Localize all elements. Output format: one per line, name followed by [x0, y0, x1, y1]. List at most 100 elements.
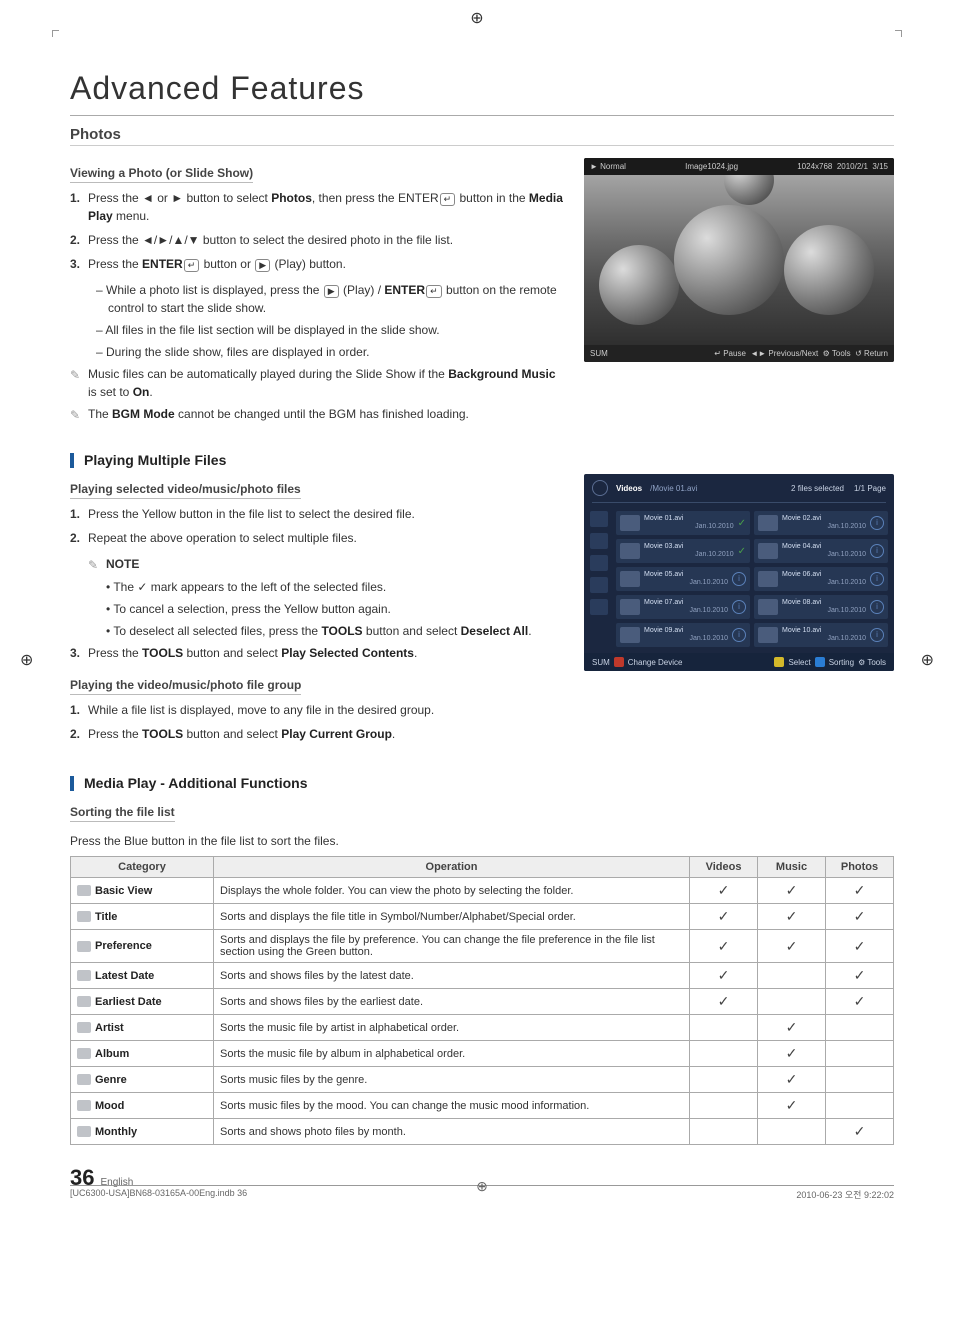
info-icon: i	[870, 516, 884, 530]
table-row: Latest DateSorts and shows files by the …	[71, 963, 894, 989]
step-number: 2.	[70, 231, 88, 249]
empty-cell	[758, 1119, 826, 1145]
check-cell: ✓	[758, 878, 826, 904]
category-icon	[77, 911, 91, 922]
divider	[592, 502, 886, 503]
check-cell: ✓	[690, 904, 758, 930]
info-icon: i	[732, 600, 746, 614]
check-icon: ✓	[738, 518, 746, 529]
note-icon: ✎	[88, 555, 106, 574]
crop-mark-left: ⊕	[20, 650, 33, 670]
note-bullet: The ✓ mark appears to the left of the se…	[88, 578, 564, 596]
return-hint: ↺ Return	[855, 349, 888, 358]
file-thumbnail	[620, 571, 640, 587]
sub-heading-selected: Playing selected video/music/photo files	[70, 482, 301, 499]
category-cell: Title	[71, 904, 214, 930]
section-photos: Photos	[70, 126, 894, 143]
sort-intro: Press the Blue button in the file list t…	[70, 832, 894, 850]
operation-cell: Displays the whole folder. You can view …	[214, 878, 690, 904]
file-name: Movie 04.avi	[782, 543, 866, 551]
sub-step: All files in the file list section will …	[88, 321, 564, 339]
file-date: Jan.10.2010	[644, 551, 734, 559]
sub-step: While a photo list is displayed, press t…	[88, 281, 564, 317]
check-cell: ✓	[826, 1119, 894, 1145]
empty-cell	[690, 1041, 758, 1067]
category-icon	[77, 1126, 91, 1137]
file-row[interactable]: Movie 01.aviJan.10.2010✓	[616, 511, 750, 535]
table-row: MonthlySorts and shows photo files by mo…	[71, 1119, 894, 1145]
step-text: Press the TOOLS button and select Play S…	[88, 644, 417, 662]
col-photos: Photos	[826, 857, 894, 878]
check-cell: ✓	[758, 930, 826, 963]
sum-label: SUM	[592, 658, 610, 667]
file-name: Movie 06.avi	[782, 571, 866, 579]
file-date: Jan.10.2010	[782, 579, 866, 587]
sum-label: SUM	[590, 349, 608, 358]
category-cell: Mood	[71, 1093, 214, 1119]
empty-cell	[690, 1093, 758, 1119]
table-row: Earliest DateSorts and shows files by th…	[71, 989, 894, 1015]
tools-hint: ⚙ Tools	[823, 349, 851, 358]
file-date: Jan.10.2010	[782, 523, 866, 531]
section-bar	[70, 453, 74, 468]
badge-a	[614, 657, 624, 667]
files-selected: 2 files selected	[791, 484, 844, 493]
file-thumbnail	[620, 515, 640, 531]
file-row[interactable]: Movie 07.aviJan.10.2010i	[616, 595, 750, 619]
operation-cell: Sorts music files by the mood. You can c…	[214, 1093, 690, 1119]
section-playing-multiple: Playing Multiple Files	[84, 452, 226, 468]
file-row[interactable]: Movie 05.aviJan.10.2010i	[616, 567, 750, 591]
category-icon	[77, 1100, 91, 1111]
sub-heading-viewing: Viewing a Photo (or Slide Show)	[70, 166, 253, 183]
crop-mark-bottom: ⊕	[476, 1178, 488, 1195]
category-cell: Earliest Date	[71, 989, 214, 1015]
file-row[interactable]: Movie 02.aviJan.10.2010i	[754, 511, 888, 535]
table-row: Basic ViewDisplays the whole folder. You…	[71, 878, 894, 904]
file-name: Movie 07.avi	[644, 599, 728, 607]
step-number: 3.	[70, 644, 88, 662]
file-date: Jan.10.2010	[782, 607, 866, 615]
step-number: 1.	[70, 701, 88, 719]
side-filter-icons	[590, 511, 610, 647]
prevnext-hint: ◄► Previous/Next	[750, 349, 818, 358]
note-icon: ✎	[70, 365, 88, 384]
empty-cell	[690, 1015, 758, 1041]
check-cell: ✓	[826, 904, 894, 930]
file-date: Jan.10.2010	[782, 635, 866, 643]
check-cell: ✓	[758, 1015, 826, 1041]
file-thumbnail	[758, 627, 778, 643]
photo-viewer-panel: ► Normal Image1024.jpg 1024x768 2010/2/1…	[584, 158, 894, 362]
step-number: 3.	[70, 255, 88, 273]
operation-cell: Sorts music files by the genre.	[214, 1067, 690, 1093]
step-number: 1.	[70, 505, 88, 523]
check-cell: ✓	[826, 989, 894, 1015]
empty-cell	[690, 1119, 758, 1145]
table-row: MoodSorts music files by the mood. You c…	[71, 1093, 894, 1119]
category-icon	[77, 941, 91, 952]
category-icon	[77, 1048, 91, 1059]
file-row[interactable]: Movie 09.aviJan.10.2010i	[616, 623, 750, 647]
file-row[interactable]: Movie 06.aviJan.10.2010i	[754, 567, 888, 591]
check-cell: ✓	[758, 1041, 826, 1067]
file-row[interactable]: Movie 04.aviJan.10.2010i	[754, 539, 888, 563]
file-thumbnail	[620, 543, 640, 559]
file-row[interactable]: Movie 10.aviJan.10.2010i	[754, 623, 888, 647]
category-icon	[77, 970, 91, 981]
movie-icon	[592, 480, 608, 496]
file-name: Movie 03.avi	[644, 543, 734, 551]
file-thumbnail	[758, 599, 778, 615]
file-row[interactable]: Movie 03.aviJan.10.2010✓	[616, 539, 750, 563]
tools-label: ⚙ Tools	[858, 658, 886, 667]
sorting-table: Category Operation Videos Music Photos B…	[70, 856, 894, 1145]
info-icon: i	[870, 544, 884, 558]
photo-date: 2010/2/1	[837, 162, 868, 171]
crop-corner	[895, 30, 902, 37]
file-thumbnail	[620, 599, 640, 615]
note-label: NOTE	[106, 555, 139, 573]
photo-preview	[584, 175, 894, 345]
table-row: PreferenceSorts and displays the file by…	[71, 930, 894, 963]
check-cell: ✓	[690, 878, 758, 904]
sub-step: During the slide show, files are display…	[88, 343, 564, 361]
col-videos: Videos	[690, 857, 758, 878]
file-row[interactable]: Movie 08.aviJan.10.2010i	[754, 595, 888, 619]
